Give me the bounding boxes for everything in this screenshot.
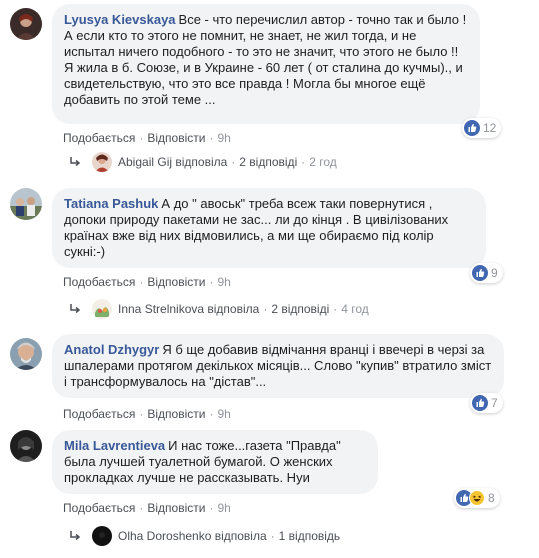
reply-author: Olha Doroshenko відповіла	[118, 529, 267, 543]
comment-actions: Подобається · Відповісти · 9h	[63, 274, 231, 290]
reply-author: Inna Strelnikova відповіла	[118, 302, 260, 316]
reaction-number: 8	[488, 491, 495, 505]
reactions-count[interactable]: 8	[454, 488, 500, 508]
comment-time[interactable]: 9h	[217, 275, 230, 289]
reply-time: 4 год	[341, 302, 369, 316]
separator: ·	[231, 155, 236, 169]
comment-bubble: Anatol Dzhygyr Я б ще добавив відмічання …	[52, 334, 504, 398]
reactions-count[interactable]: 12	[462, 118, 502, 138]
reaction-number: 7	[491, 396, 498, 410]
comment-actions: Подобається · Відповісти · 9h	[63, 406, 231, 422]
reply-button[interactable]: Відповісти	[147, 501, 205, 515]
comment: Mila Lavrentieva И нас тоже...газета "Пра…	[0, 424, 539, 558]
avatar[interactable]	[10, 188, 42, 220]
comment: Lyusya Kievskaya Все - что перечислил авт…	[0, 0, 539, 180]
separator: ·	[263, 302, 268, 316]
comment-bubble: Tatiana Pashuk А до " авоськ" треба всеж …	[52, 188, 486, 268]
reply-arrow-icon	[70, 304, 81, 314]
comment: Tatiana Pashuk А до " авоськ" треба всеж …	[0, 180, 539, 320]
reaction-number: 9	[491, 266, 498, 280]
like-button[interactable]: Подобається	[63, 131, 135, 145]
replies-link[interactable]: Inna Strelnikova відповіла · 2 відповіді · 4…	[68, 299, 369, 319]
reply-button[interactable]: Відповісти	[147, 131, 205, 145]
replies-link[interactable]: Olha Doroshenko відповіла · 1 відповідь	[68, 526, 340, 546]
avatar	[92, 299, 112, 319]
separator: ·	[209, 407, 214, 421]
comment-actions: Подобається · Відповісти · 9h	[63, 130, 231, 146]
comment-author[interactable]: Anatol Dzhygyr	[64, 342, 159, 357]
reply-count: 2 відповіді	[271, 302, 330, 316]
comment-time[interactable]: 9h	[217, 407, 230, 421]
separator: ·	[209, 501, 214, 515]
like-reaction-icon	[472, 265, 488, 281]
separator: ·	[139, 407, 144, 421]
comment-author[interactable]: Tatiana Pashuk	[64, 196, 158, 211]
reactions-count[interactable]: 9	[470, 263, 503, 283]
replies-link[interactable]: Abigail Gij відповіла · 2 відповіді · 2 год	[68, 152, 337, 172]
comment: Anatol Dzhygyr Я б ще добавив відмічання …	[0, 330, 539, 422]
avatar[interactable]	[10, 338, 42, 370]
comment-author[interactable]: Mila Lavrentieva	[64, 438, 165, 453]
reply-count: 2 відповіді	[239, 155, 298, 169]
reply-arrow-icon	[70, 531, 81, 541]
reaction-number: 12	[483, 121, 497, 135]
separator: ·	[139, 131, 144, 145]
avatar[interactable]	[10, 8, 42, 40]
separator: ·	[139, 501, 144, 515]
separator: ·	[209, 131, 214, 145]
separator: ·	[139, 275, 144, 289]
haha-reaction-icon	[469, 490, 485, 506]
comment-time[interactable]: 9h	[217, 131, 230, 145]
reply-arrow-icon	[70, 157, 81, 167]
like-button[interactable]: Подобається	[63, 501, 135, 515]
reply-button[interactable]: Відповісти	[147, 407, 205, 421]
like-reaction-icon	[472, 395, 488, 411]
avatar[interactable]	[10, 430, 42, 462]
like-button[interactable]: Подобається	[63, 407, 135, 421]
reply-time: 2 год	[309, 155, 337, 169]
separator: ·	[270, 529, 275, 543]
reply-count: 1 відповідь	[278, 529, 341, 543]
reply-button[interactable]: Відповісти	[147, 275, 205, 289]
separator: ·	[209, 275, 214, 289]
like-button[interactable]: Подобається	[63, 275, 135, 289]
reactions-count[interactable]: 7	[470, 393, 503, 413]
comment-bubble: Mila Lavrentieva И нас тоже...газета "Пра…	[52, 430, 378, 494]
comment-author[interactable]: Lyusya Kievskaya	[64, 12, 176, 27]
avatar	[92, 526, 112, 546]
avatar	[92, 152, 112, 172]
separator: ·	[333, 302, 338, 316]
comment-actions: Подобається · Відповісти · 9h	[63, 500, 231, 516]
separator: ·	[301, 155, 306, 169]
comment-time[interactable]: 9h	[217, 501, 230, 515]
reply-author: Abigail Gij відповіла	[118, 155, 228, 169]
comment-bubble: Lyusya Kievskaya Все - что перечислил авт…	[52, 4, 480, 124]
like-reaction-icon	[464, 120, 480, 136]
